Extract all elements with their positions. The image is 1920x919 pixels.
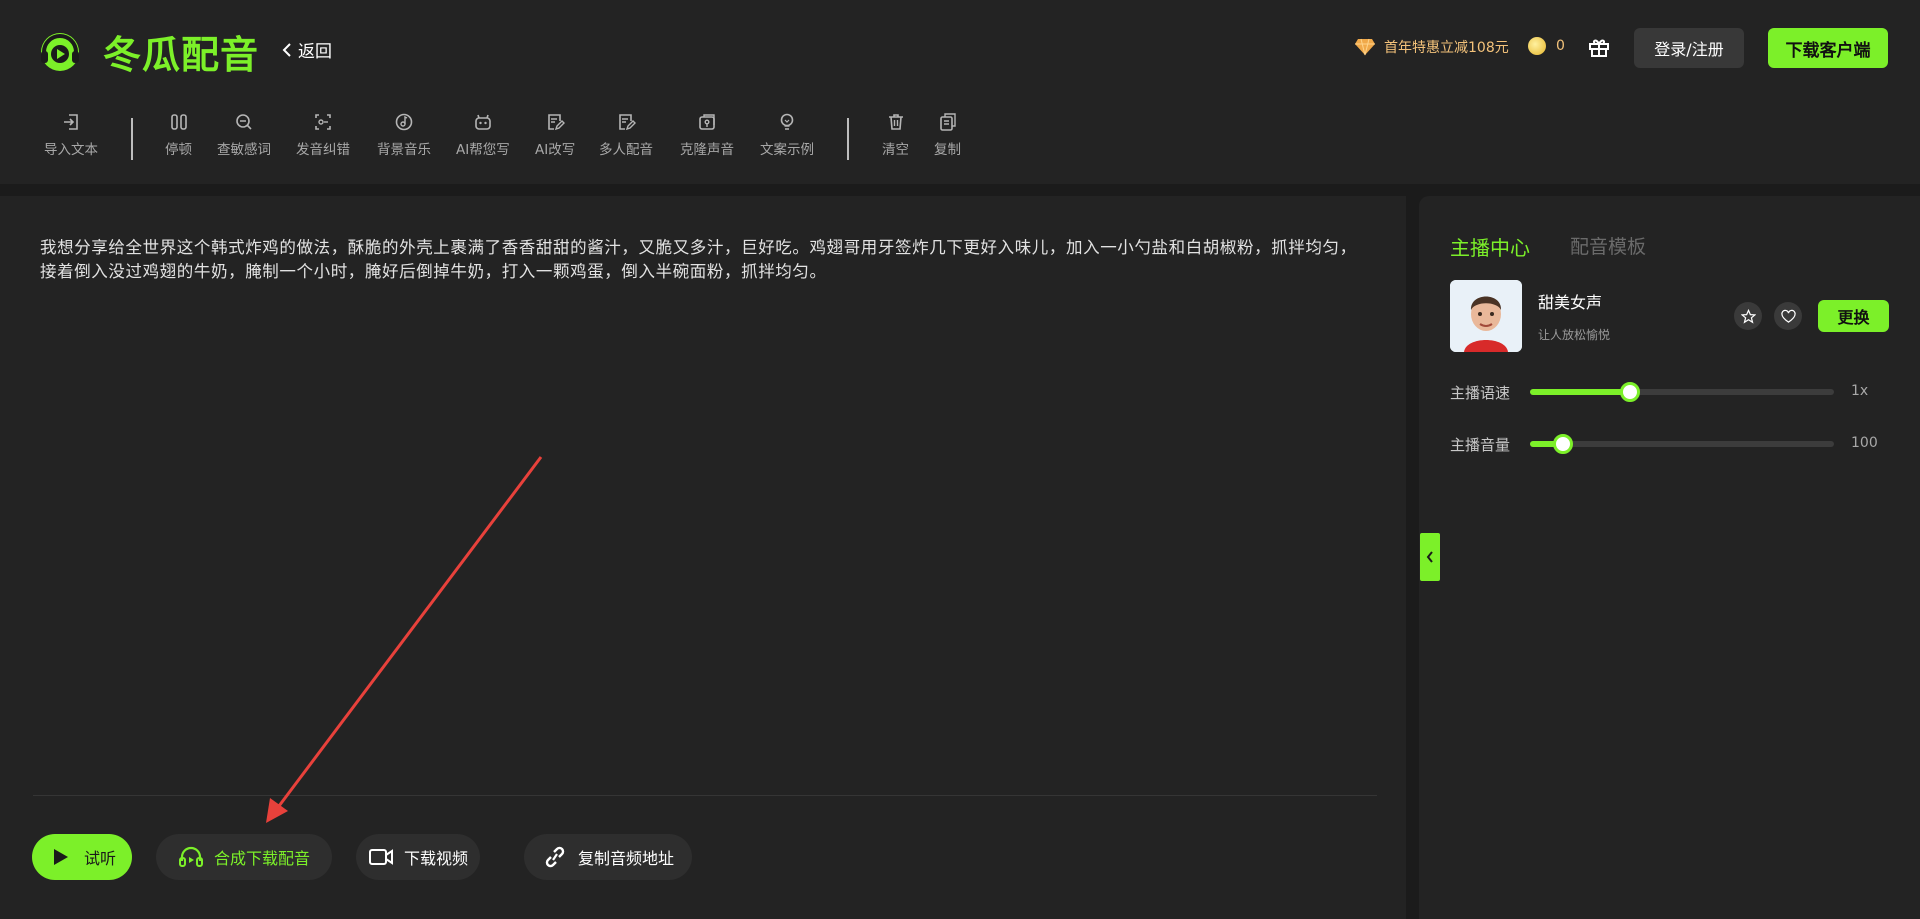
video-icon	[368, 849, 393, 865]
heart-icon	[1780, 309, 1796, 323]
tool-label: 查敏感词	[217, 142, 271, 158]
copy-icon	[939, 113, 956, 131]
toolbar-divider	[131, 118, 133, 160]
tool-label: AI改写	[535, 142, 576, 158]
tool-pause[interactable]: 停顿	[165, 112, 192, 158]
avatar	[1450, 280, 1522, 352]
gift-icon[interactable]	[1588, 36, 1610, 58]
voice-name: 甜美女声	[1538, 293, 1603, 312]
tool-ai-write[interactable]: AI帮您写	[456, 112, 510, 158]
tool-pronunciation-fix[interactable]: 发音纠错	[296, 112, 350, 158]
speed-value: 1x	[1851, 383, 1869, 399]
editor-divider	[33, 795, 1377, 796]
speed-label: 主播语速	[1450, 384, 1511, 402]
editor-textarea[interactable]: 我想分享给全世界这个韩式炸鸡的做法，酥脆的外壳上裹满了香香甜甜的酱汁，又脆又多汁…	[40, 236, 1360, 284]
robot-icon	[475, 114, 491, 130]
volume-slider-handle[interactable]	[1553, 434, 1574, 454]
like-heart-button[interactable]	[1774, 302, 1802, 330]
chevron-left-icon	[282, 42, 291, 57]
tool-label: 停顿	[165, 142, 192, 158]
voice-description: 让人放松愉悦	[1538, 328, 1611, 342]
synthesize-label: 合成下载配音	[213, 849, 310, 868]
coin-icon	[1528, 37, 1546, 55]
listen-button[interactable]: 试听	[32, 834, 132, 880]
tool-background-music[interactable]: 背景音乐	[377, 112, 431, 158]
speed-slider[interactable]	[1530, 382, 1834, 402]
headphone-logo-icon	[41, 33, 79, 71]
back-label: 返回	[298, 42, 332, 62]
volume-value: 100	[1851, 435, 1878, 451]
pause-icon	[170, 114, 187, 130]
text-editor-area	[0, 196, 1406, 919]
tool-label: 清空	[882, 142, 909, 158]
tool-sensitive-words[interactable]: 查敏感词	[217, 112, 271, 158]
chevron-left-icon	[1426, 551, 1433, 563]
tool-label: 多人配音	[599, 142, 653, 158]
speed-slider-fill	[1530, 389, 1631, 395]
tool-label: 文案示例	[760, 142, 814, 158]
tab-anchor-center[interactable]: 主播中心	[1450, 232, 1530, 261]
listen-label: 试听	[83, 849, 116, 868]
coin-balance[interactable]: 0	[1528, 37, 1565, 55]
download-video-label: 下载视频	[403, 849, 468, 868]
clone-icon	[699, 114, 715, 130]
tool-import-text[interactable]: 导入文本	[44, 112, 98, 158]
tab-voice-templates[interactable]: 配音模板	[1570, 232, 1646, 259]
tool-label: 导入文本	[44, 142, 98, 158]
music-icon	[395, 113, 413, 131]
tool-label: 克隆声音	[680, 142, 734, 158]
volume-label: 主播音量	[1450, 436, 1511, 454]
edit-doc-icon	[548, 114, 566, 131]
tool-label: 复制	[934, 142, 961, 158]
speed-slider-handle[interactable]	[1620, 382, 1641, 402]
login-button[interactable]: 登录/注册	[1634, 28, 1744, 68]
copy-audio-url-label: 复制音频地址	[577, 849, 674, 868]
promo-banner[interactable]: 首年特惠立减108元	[1354, 37, 1509, 57]
tool-label: 背景音乐	[377, 142, 431, 158]
tool-copy[interactable]: 复制	[934, 112, 961, 158]
promo-text: 首年特惠立减108元	[1384, 40, 1509, 56]
pronunciation-icon	[315, 114, 331, 130]
diamond-icon	[1355, 38, 1375, 56]
tool-label: 发音纠错	[296, 142, 350, 158]
multi-voice-icon	[619, 114, 636, 131]
import-icon	[64, 114, 78, 130]
tool-label: AI帮您写	[456, 142, 510, 158]
download-client-button[interactable]: 下载客户端	[1768, 28, 1888, 68]
back-link[interactable]: 返回	[282, 37, 332, 62]
search-icon	[236, 114, 252, 130]
synthesize-download-button[interactable]: 合成下载配音	[156, 834, 332, 880]
volume-slider[interactable]	[1530, 434, 1834, 454]
tool-clear[interactable]: 清空	[882, 112, 909, 158]
favorite-star-button[interactable]	[1734, 302, 1762, 330]
play-icon	[53, 849, 68, 865]
tool-copy-examples[interactable]: 文案示例	[760, 112, 814, 158]
star-icon	[1740, 308, 1756, 324]
trash-icon	[888, 114, 903, 130]
link-icon	[545, 846, 565, 868]
collapse-panel-button[interactable]	[1420, 533, 1440, 581]
bulb-icon	[780, 113, 794, 130]
brand-title: 冬瓜配音	[103, 33, 260, 77]
tool-multi-voice[interactable]: 多人配音	[599, 112, 653, 158]
replace-voice-button[interactable]: 更换	[1818, 300, 1889, 332]
tool-clone-voice[interactable]: 克隆声音	[680, 112, 734, 158]
headphone-icon	[178, 846, 203, 867]
download-video-button[interactable]: 下载视频	[356, 834, 480, 880]
copy-audio-url-button[interactable]: 复制音频地址	[524, 834, 692, 880]
tool-ai-rewrite[interactable]: AI改写	[535, 112, 575, 158]
coin-count: 0	[1556, 38, 1565, 54]
toolbar-divider	[847, 118, 849, 160]
